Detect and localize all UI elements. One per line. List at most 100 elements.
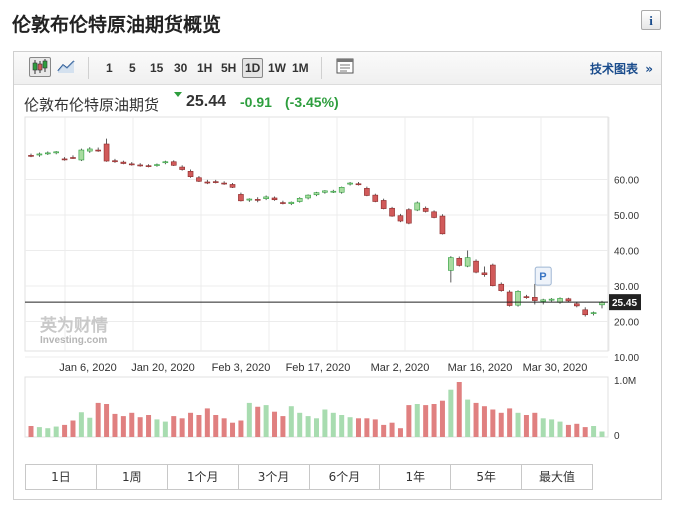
volume-bar xyxy=(448,389,454,437)
candle-body xyxy=(36,153,43,156)
candle-body xyxy=(599,302,605,306)
volume-bar xyxy=(591,426,597,437)
volume-bar xyxy=(322,409,328,437)
volume-bar xyxy=(515,412,521,437)
x-tick-label: Jan 6, 2020 xyxy=(59,362,117,374)
candle-body xyxy=(347,182,353,185)
volume-bar xyxy=(246,402,252,437)
candle-body xyxy=(86,148,93,152)
volume-bar xyxy=(456,382,462,437)
volume-bar xyxy=(87,417,93,437)
page-title: 伦敦布伦特原油期货概览 xyxy=(12,14,222,36)
volume-bar xyxy=(230,422,236,437)
candle-body xyxy=(448,257,454,271)
volume-bar xyxy=(532,412,538,437)
candle-body xyxy=(338,187,345,193)
candle-body xyxy=(103,143,110,162)
candle-body xyxy=(288,201,295,204)
candle-body xyxy=(565,298,572,302)
price-tick-label: 50.00 xyxy=(614,211,639,222)
volume-tick-label: 1.0M xyxy=(614,376,636,387)
candle-body xyxy=(196,177,202,182)
candle-body xyxy=(548,298,555,301)
candle-body xyxy=(422,207,429,212)
volume-bar xyxy=(599,431,605,437)
candle-body xyxy=(137,164,143,167)
chart-widget: 1 5 15 30 1H 5H 1D 1W 1M 技术图表 » 伦敦布伦特原油期… xyxy=(13,51,662,500)
candle-body xyxy=(187,171,194,177)
volume-bar xyxy=(36,427,42,437)
candle-body xyxy=(532,297,538,301)
volume-bar xyxy=(120,416,126,437)
candle-body xyxy=(238,194,244,202)
candle-body xyxy=(473,260,479,273)
candle-body xyxy=(481,272,488,275)
range-1d[interactable]: 1日 xyxy=(26,465,97,489)
x-tick-label: Jan 20, 2020 xyxy=(131,362,195,374)
volume-bar xyxy=(355,418,361,437)
range-5y[interactable]: 5年 xyxy=(451,465,523,489)
candle-body xyxy=(120,161,127,164)
candle-body xyxy=(431,211,437,218)
volume-bar xyxy=(423,405,429,437)
candle-body xyxy=(53,151,59,154)
candle-body xyxy=(44,152,51,155)
volume-bar xyxy=(70,420,76,437)
volume-bar xyxy=(372,419,378,437)
candle-body xyxy=(355,183,362,186)
volume-bar xyxy=(238,420,244,437)
volume-bar xyxy=(297,412,303,437)
price-tick-label: 10.00 xyxy=(614,353,639,364)
range-1y[interactable]: 1年 xyxy=(380,465,452,489)
volume-bar xyxy=(137,417,143,437)
range-selector: 1日 1周 1个月 3个月 6个月 1年 5年 最大值 xyxy=(25,464,593,490)
volume-tick-label: 0 xyxy=(614,431,620,442)
range-3m[interactable]: 3个月 xyxy=(239,465,310,489)
candle-body xyxy=(330,190,337,193)
volume-bar xyxy=(540,418,546,437)
volume-bar xyxy=(95,402,101,437)
volume-bar xyxy=(213,415,219,437)
range-max[interactable]: 最大值 xyxy=(522,465,592,489)
event-marker-label: P xyxy=(539,271,546,283)
candle-body xyxy=(271,197,278,201)
candle-body xyxy=(414,202,421,211)
info-icon[interactable]: i xyxy=(641,10,661,30)
x-tick-label: Mar 2, 2020 xyxy=(371,362,430,374)
x-tick-label: Mar 30, 2020 xyxy=(523,362,588,374)
current-price-label: 25.45 xyxy=(612,298,637,309)
volume-bar xyxy=(574,423,580,437)
price-tick-label: 20.00 xyxy=(614,318,639,329)
candle-body xyxy=(498,283,505,291)
candle-body xyxy=(28,155,34,157)
volume-bar xyxy=(565,424,571,437)
candle-body xyxy=(590,312,597,314)
candle-body xyxy=(364,188,370,196)
price-tick-label: 60.00 xyxy=(614,176,639,187)
volume-bar xyxy=(431,404,437,437)
candle-body xyxy=(154,164,160,166)
volume-bar xyxy=(263,405,269,437)
volume-bar xyxy=(28,426,34,437)
candle-body xyxy=(322,190,328,193)
volume-bar xyxy=(473,402,479,437)
candle-body xyxy=(254,199,261,201)
candle-body xyxy=(145,165,152,167)
range-1m[interactable]: 1个月 xyxy=(168,465,239,489)
price-tick-label: 30.00 xyxy=(614,282,639,293)
candle-body xyxy=(280,202,286,204)
candle-body xyxy=(582,309,589,316)
volume-bar xyxy=(196,415,202,437)
volume-bar xyxy=(347,417,353,437)
volume-bar xyxy=(188,412,194,437)
range-1w[interactable]: 1周 xyxy=(97,465,168,489)
volume-bar xyxy=(288,406,294,437)
price-chart[interactable]: 60.00 50.00 40.00 30.00 20.00 10.00 英为财情Invest… xyxy=(14,52,661,457)
volume-bar xyxy=(490,409,496,437)
candle-body xyxy=(296,198,303,202)
candle-body xyxy=(221,182,227,185)
candle-body xyxy=(162,161,169,164)
candle-body xyxy=(204,181,211,184)
range-6m[interactable]: 6个月 xyxy=(310,465,381,489)
candle-body xyxy=(70,157,76,159)
